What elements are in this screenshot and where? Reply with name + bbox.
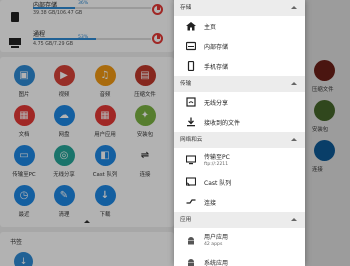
drawer-item-label: 传输至PC (204, 154, 230, 161)
drawer-item[interactable]: 接收到的文件 (174, 112, 305, 132)
drawer-item[interactable]: 系统应用 (174, 252, 305, 266)
wifi-share-icon (186, 97, 196, 107)
collapse-chevron-icon (291, 218, 297, 221)
drawer-item[interactable]: 连接 (174, 192, 305, 212)
drawer-item-label: 无线分享 (204, 100, 229, 107)
drawer-section-title: 传输 (180, 81, 192, 87)
phone-icon (187, 61, 195, 71)
drawer-item[interactable]: 用户应用 42 apps (174, 228, 305, 252)
navigation-drawer: 存储主页内部存储手机存储传输无线分享接收到的文件网络和云传输至PC ftp://:… (174, 0, 305, 266)
drawer-item-label: 连接 (204, 200, 217, 207)
drawer-section-header[interactable]: 存储 (174, 0, 305, 16)
drawer-item-label: 主页 (204, 24, 217, 31)
drawer-item[interactable]: 主页 (174, 16, 305, 36)
download-icon (187, 117, 195, 127)
drawer-item-subtitle: 42 apps (204, 242, 223, 247)
drawer-item-label: 内部存储 (204, 44, 229, 51)
drawer-item[interactable]: Cast 队列 (174, 172, 305, 192)
drawer-item-subtitle: ftp://:2211 (204, 162, 229, 167)
pc-transfer-icon (186, 155, 196, 165)
collapse-chevron-icon (291, 138, 297, 141)
android-icon (188, 237, 194, 245)
drawer-section-title: 存储 (180, 5, 192, 11)
collapse-chevron-icon (291, 6, 297, 9)
drawer-section-header[interactable]: 传输 (174, 76, 305, 92)
drawer-item[interactable]: 内部存储 (174, 36, 305, 56)
drawer-section-title: 应用 (180, 217, 192, 223)
drawer-item[interactable]: 无线分享 (174, 92, 305, 112)
drawer-section-header[interactable]: 应用 (174, 212, 305, 228)
drawer-item[interactable]: 手机存储 (174, 56, 305, 76)
drawer-section-title: 网络和云 (180, 137, 203, 143)
drawer-item-label: 系统应用 (204, 260, 229, 266)
drawer-item-label: 接收到的文件 (204, 120, 241, 127)
cast-icon (186, 177, 196, 187)
drawer-item[interactable]: 传输至PC ftp://:2211 (174, 148, 305, 172)
drawer-item-label: 用户应用 (204, 234, 229, 241)
android-icon (188, 259, 194, 266)
drawer-section-header[interactable]: 网络和云 (174, 132, 305, 148)
drawer-item-label: Cast 队列 (204, 180, 232, 187)
drawer-item-label: 手机存储 (204, 64, 229, 71)
storage-icon (186, 41, 196, 51)
collapse-chevron-icon (291, 82, 297, 85)
connect-icon (186, 199, 196, 204)
home-icon (186, 22, 196, 31)
